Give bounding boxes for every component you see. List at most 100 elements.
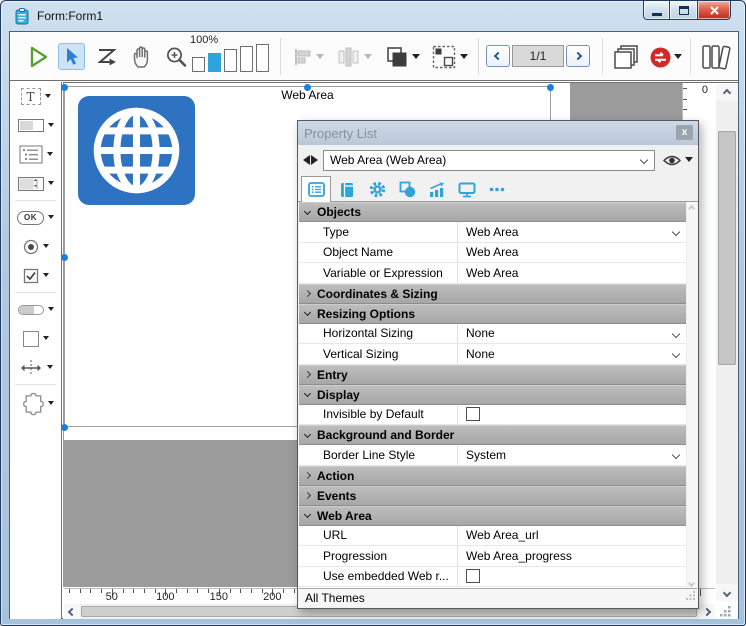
property-value[interactable]: Web Area — [458, 263, 688, 283]
maximize-button[interactable] — [670, 1, 697, 20]
property-value[interactable]: Web Area — [458, 243, 688, 263]
property-value[interactable]: None — [458, 324, 688, 344]
grouping-dropdown[interactable] — [460, 50, 468, 63]
align-dropdown[interactable] — [316, 50, 324, 63]
property-value[interactable]: Web Area_url — [458, 526, 688, 546]
display-pages-button[interactable] — [610, 41, 642, 73]
selection-handle-middle-left[interactable] — [61, 254, 68, 261]
text-tool[interactable]: T — [10, 82, 61, 111]
section-header-display[interactable]: Display — [299, 385, 688, 405]
views-dropdown[interactable] — [674, 50, 682, 63]
panel-resize-grip[interactable] — [685, 590, 696, 604]
property-value[interactable] — [458, 405, 688, 425]
checkbox-tool[interactable] — [10, 261, 61, 290]
section-header-events[interactable]: Events — [299, 486, 688, 506]
button-tool[interactable]: OK — [10, 203, 61, 232]
property-value[interactable]: Web Area_progress — [458, 546, 688, 566]
section-label: Entry — [317, 368, 348, 382]
toolbar-separator — [280, 38, 281, 75]
insert-views-button[interactable] — [648, 45, 672, 69]
zoom-bar-5[interactable] — [256, 44, 269, 72]
selection-handle-top-left[interactable] — [61, 84, 68, 91]
plugin-area-tool[interactable] — [10, 387, 61, 420]
tab-display[interactable] — [452, 177, 482, 202]
library-button[interactable] — [698, 41, 734, 73]
splitter-tool[interactable] — [10, 353, 61, 382]
scroll-right-button[interactable] — [699, 604, 715, 619]
radio-button-tool[interactable] — [10, 232, 61, 261]
previous-object-button[interactable] — [303, 155, 310, 165]
tab-shapes[interactable] — [392, 177, 422, 202]
previous-page-button[interactable] — [486, 45, 510, 67]
hierarchical-list-tool[interactable] — [10, 140, 61, 169]
vertical-scrollbar[interactable] — [716, 84, 738, 601]
zoom-bar-1[interactable] — [192, 57, 205, 72]
grouping-button[interactable] — [430, 43, 458, 71]
property-value[interactable] — [458, 567, 688, 587]
move-tool-button[interactable] — [128, 43, 155, 70]
themes-filter[interactable]: All Themes — [305, 591, 365, 605]
eye-options-dropdown[interactable] — [685, 157, 693, 166]
input-tool[interactable] — [10, 111, 61, 140]
object-selector[interactable]: Web Area (Web Area) — [323, 150, 655, 171]
scroll-up-button[interactable] — [716, 84, 738, 101]
window-resize-grip[interactable] — [719, 605, 732, 623]
property-grid: ObjectsTypeWeb AreaObject NameWeb AreaVa… — [299, 202, 688, 590]
close-button[interactable] — [697, 1, 731, 20]
title-bar[interactable]: Form:Form1 — [1, 1, 745, 31]
checkbox-unchecked[interactable] — [466, 407, 480, 421]
zoom-bar-3[interactable] — [224, 49, 237, 72]
property-value[interactable]: System — [458, 445, 688, 465]
tab-properties-list[interactable] — [301, 176, 331, 202]
tab-more[interactable] — [482, 177, 512, 202]
run-form-button[interactable] — [26, 43, 52, 70]
selection-handle-top-center[interactable] — [304, 84, 311, 91]
zoom-bar-2-active[interactable] — [208, 53, 221, 72]
client-area: 100% — [9, 31, 739, 619]
section-header-action[interactable]: Action — [299, 466, 688, 486]
property-value[interactable]: Web Area — [458, 222, 688, 242]
property-value[interactable]: None — [458, 344, 688, 364]
distribute-dropdown[interactable] — [364, 50, 372, 63]
eye-icon[interactable] — [662, 154, 682, 167]
tab-book[interactable] — [332, 177, 362, 202]
vertical-scroll-thumb[interactable] — [718, 131, 736, 365]
chevron-down-icon — [412, 54, 420, 63]
distribute-objects-button[interactable] — [334, 44, 362, 70]
section-header-web-area[interactable]: Web Area — [299, 506, 688, 526]
panel-close-button[interactable]: x — [676, 125, 693, 140]
panel-scrollbar[interactable] — [686, 202, 697, 590]
progress-indicator-tool[interactable] — [10, 295, 61, 324]
ruler-tick — [101, 589, 102, 593]
minimize-button[interactable] — [643, 1, 670, 20]
selection-handle-bottom-left[interactable] — [61, 424, 68, 431]
align-objects-button[interactable] — [290, 45, 316, 69]
chevron-down-icon — [640, 155, 648, 163]
panel-title-bar[interactable]: Property List x — [298, 121, 698, 145]
next-page-button[interactable] — [566, 45, 590, 67]
selection-handle-top-right[interactable] — [547, 84, 554, 91]
checkbox-unchecked[interactable] — [466, 569, 480, 583]
section-header-coordinates-sizing[interactable]: Coordinates & Sizing — [299, 284, 688, 304]
scroll-left-button[interactable] — [64, 604, 80, 619]
section-header-entry[interactable]: Entry — [299, 365, 688, 385]
section-header-resizing-options[interactable]: Resizing Options — [299, 304, 688, 324]
selection-tool-button[interactable] — [58, 43, 85, 70]
layering-dropdown[interactable] — [412, 50, 420, 63]
section-header-objects[interactable]: Objects — [299, 202, 688, 222]
zoom-bar-4[interactable] — [240, 46, 253, 72]
rectangle-tool[interactable] — [10, 324, 61, 353]
section-header-background-and-border[interactable]: Background and Border — [299, 425, 688, 445]
layering-button[interactable] — [382, 43, 410, 71]
zoom-tool-button[interactable] — [162, 43, 190, 71]
tab-chart[interactable] — [422, 177, 452, 202]
tab-gear[interactable] — [362, 177, 392, 202]
combo-box-tool[interactable] — [10, 169, 61, 198]
next-object-button[interactable] — [311, 155, 318, 165]
property-label: Vertical Sizing — [299, 344, 458, 364]
scroll-down-button[interactable] — [716, 584, 738, 601]
chevron-down-icon — [43, 244, 49, 252]
entry-order-tool-button[interactable] — [94, 44, 120, 70]
chevron-down-icon — [43, 273, 49, 281]
section-label: Events — [317, 489, 356, 503]
